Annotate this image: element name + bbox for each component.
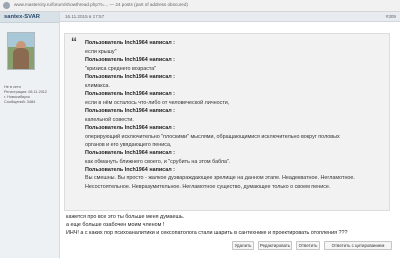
quote-author-name[interactable]: Пользователь Inch1964 — [85, 167, 148, 173]
wrote-label: написал : — [149, 40, 175, 46]
username-link[interactable]: santex-SVAR — [4, 14, 40, 20]
quote-author-name[interactable]: Пользователь Inch1964 — [85, 57, 148, 63]
quote-author-name[interactable]: Пользователь Inch1964 — [85, 40, 148, 46]
quote-text: как обмануть ближнего своего, и "срубить… — [85, 159, 231, 165]
quote-author-name[interactable]: Пользователь Inch1964 — [85, 150, 148, 156]
reply-line: ИНЧ! а с каких пор психоаналитики и секс… — [66, 230, 348, 236]
quote-text: Несостоятельное. Невразумительное. Негла… — [85, 184, 331, 190]
post-number-link[interactable]: #309 — [386, 14, 396, 19]
quote-author: Пользователь Inch1964 написал : — [85, 125, 175, 131]
quote-author: Пользователь Inch1964 написал : — [85, 167, 175, 173]
quote-author: Пользователь Inch1964 написал : — [85, 108, 175, 114]
reply-button[interactable]: Ответить — [296, 241, 320, 250]
quote-author-name[interactable]: Пользователь Inch1964 — [85, 91, 148, 97]
quote-author: Пользователь Inch1964 написал : — [85, 150, 175, 156]
quote-author-name[interactable]: Пользователь Inch1964 — [85, 108, 148, 114]
user-details: Не в сети Регистрация: 08.11.2012 г. Нов… — [4, 85, 47, 105]
quote-author: Пользователь Inch1964 написал : — [85, 57, 175, 63]
delete-button[interactable]: Удалить — [232, 241, 254, 250]
wrote-label: написал : — [149, 74, 175, 80]
avatar-body — [13, 48, 29, 69]
wrote-label: написал : — [149, 91, 175, 97]
quote-text: оперирующий исключительно "плоскими" мыс… — [85, 134, 340, 140]
quote-author-name[interactable]: Пользователь Inch1964 — [85, 74, 148, 80]
quote-text: если в нём осталось что-либо от человече… — [85, 100, 230, 106]
wrote-label: написал : — [149, 125, 175, 131]
user-avatar[interactable] — [7, 32, 35, 70]
quote-text: органов и его увядающего пениса, — [85, 142, 172, 148]
reply-line: кажется про все это ты больше меня думае… — [66, 214, 185, 220]
quote-text: "кризиса среднего возраста" — [85, 66, 157, 72]
quote-author: Пользователь Inch1964 написал : — [85, 40, 175, 46]
browser-address-bar[interactable]: www.mastercity.ru/forum/showthread.php?t… — [0, 0, 400, 12]
wrote-label: написал : — [149, 150, 175, 156]
quote-text: климакса. — [85, 83, 110, 89]
edit-button[interactable]: Редактировать — [258, 241, 292, 250]
quote-mark-icon: “ — [71, 35, 77, 49]
quote-text: если крышу" — [85, 49, 117, 55]
quote-reply-button[interactable]: Ответить с цитированием — [324, 241, 392, 250]
quote-author-name[interactable]: Пользователь Inch1964 — [85, 125, 148, 131]
post-date: 16.11.2015 в 17:57 — [65, 14, 105, 19]
quote-author: Пользователь Inch1964 написал : — [85, 91, 175, 97]
globe-icon — [3, 2, 10, 9]
wrote-label: написал : — [149, 108, 175, 114]
user-post-count: Сообщений: 3484 — [4, 100, 36, 104]
url-text[interactable]: www.mastercity.ru/forum/showthread.php?t… — [14, 2, 188, 7]
quote-text: Вы смешны. Вы просто - жалкое дуэваражда… — [85, 175, 355, 181]
quote-author: Пользователь Inch1964 написал : — [85, 74, 175, 80]
quote-text: капельной совести. — [85, 117, 134, 123]
wrote-label: написал : — [149, 57, 175, 63]
wrote-label: написал : — [149, 167, 175, 173]
user-info-column: santex-SVAR Не в сети Регистрация: 08.11… — [0, 12, 60, 258]
quote-block: “ Пользователь Inch1964 написал : если к… — [64, 33, 390, 211]
post-header: 16.11.2015 в 17:57 #309 — [60, 12, 400, 22]
reply-line: а еще больше озабочен моим членом ! — [66, 222, 165, 228]
